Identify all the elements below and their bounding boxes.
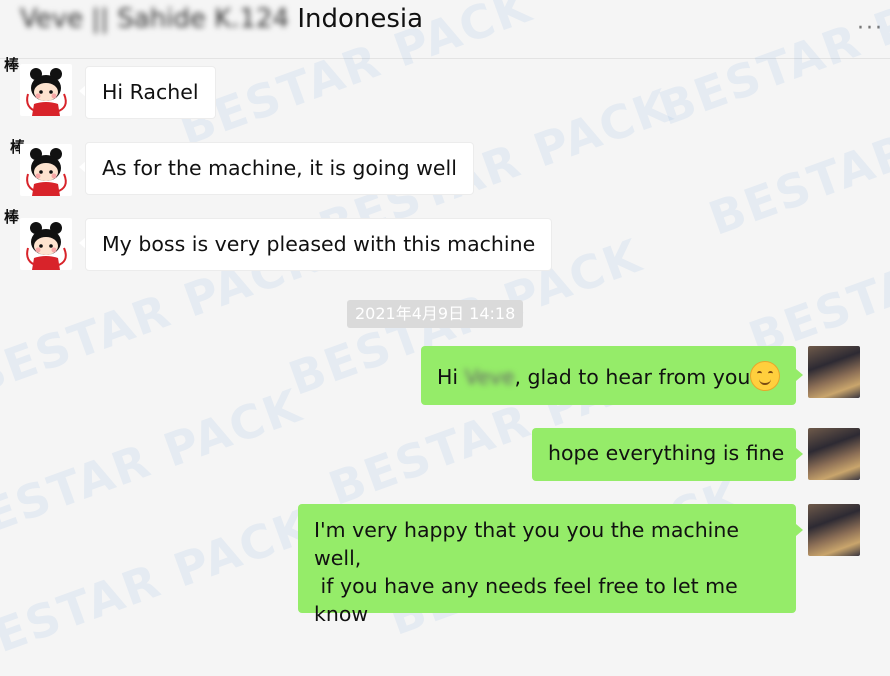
more-icon[interactable]: ··· (857, 18, 884, 40)
watermark: BESTAR PACK (0, 378, 310, 556)
chat-header: Veve || Sahide K.124 Indonesia ··· (0, 0, 890, 59)
blurred-name: Veve (464, 365, 515, 389)
watermark: BESTAR PACK (0, 498, 320, 676)
contact-avatar[interactable] (20, 218, 72, 270)
message-text: Hi (437, 365, 465, 389)
chat-title-blurred: Veve || Sahide K.124 (20, 4, 290, 34)
incoming-message[interactable]: As for the machine, it is going well (85, 142, 474, 195)
message-text: , glad to hear from you (514, 365, 751, 389)
chat-title: Veve || Sahide K.124 Indonesia (20, 2, 423, 36)
message-row-incoming: 棒 Hi Rachel (0, 56, 890, 124)
chat-title-country: Indonesia (297, 4, 424, 34)
bubble-tail (796, 524, 803, 536)
user-avatar[interactable] (808, 428, 860, 480)
incoming-message[interactable]: My boss is very pleased with this machin… (85, 218, 553, 271)
user-avatar[interactable] (808, 346, 860, 398)
contact-badge: 棒 (4, 208, 20, 226)
message-row-incoming: 棒 As for the machine, it is going well (0, 136, 890, 200)
outgoing-message[interactable]: Hi Veve, glad to hear from you (421, 346, 796, 405)
message-row-incoming: 棒 My boss is very pleased with this mach… (0, 208, 890, 276)
user-avatar[interactable] (808, 504, 860, 556)
incoming-message[interactable]: Hi Rachel (85, 66, 216, 119)
smiling-face-icon (750, 361, 781, 391)
contact-avatar[interactable] (20, 64, 72, 116)
bubble-tail (796, 369, 803, 381)
outgoing-message[interactable]: I'm very happy that you you the machine … (298, 504, 796, 626)
message-timestamp: 2021年4月9日 14:18 (347, 300, 524, 328)
contact-badge: 棒 (4, 56, 20, 74)
bubble-tail (796, 448, 803, 460)
contact-avatar[interactable] (20, 144, 72, 196)
outgoing-message[interactable]: hope everything is fine (532, 428, 796, 481)
